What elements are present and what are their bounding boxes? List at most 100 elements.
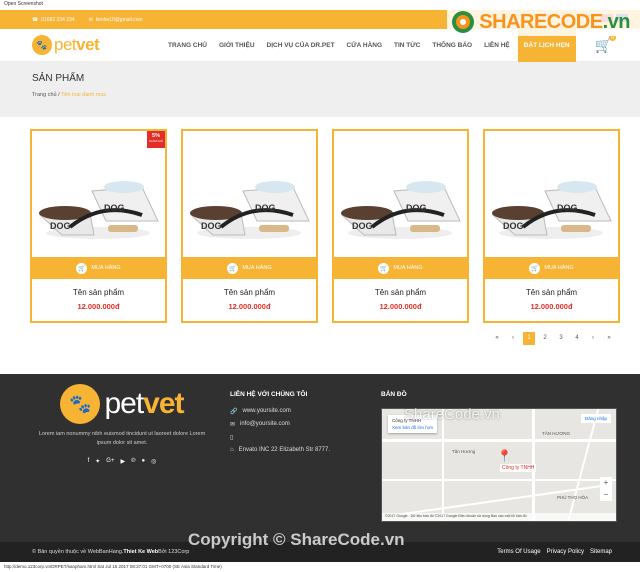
nav-news[interactable]: TIN TỨC	[394, 42, 420, 49]
map-title: BẢN ĐỒ	[381, 391, 407, 398]
breadcrumb-home[interactable]: Trang chủ	[32, 92, 57, 98]
youtube-icon[interactable]: ▶	[120, 458, 125, 465]
address-text: Envato INC 22 Elizabeth Str 8777.	[238, 447, 331, 453]
page-3[interactable]: 3	[555, 332, 567, 345]
google-plus-icon[interactable]: G+	[106, 458, 114, 465]
footer-description: Lorem iam nonummy nibh euismod tincidunt…	[38, 431, 206, 446]
breadcrumb-current: Tên loại danh mục	[61, 92, 107, 98]
map-pin-label: Công ty TNHH	[500, 464, 537, 472]
cart-icon: 🛒	[378, 262, 390, 274]
privacy-link[interactable]: Privacy Policy	[547, 549, 584, 555]
nav-about[interactable]: GIỚI THIỆU	[219, 42, 255, 49]
pagination: « ‹ 1 2 3 4 › »	[0, 323, 640, 353]
page-1[interactable]: 1	[523, 331, 535, 345]
product-name[interactable]: Tên sản phẩm	[183, 288, 316, 297]
contact-phone: ▯	[230, 434, 370, 441]
footer-paw-icon: 🐾	[60, 384, 101, 424]
page-2[interactable]: 2	[539, 332, 551, 345]
product-image[interactable]: DOG DOG	[485, 131, 618, 257]
image-label-1: DOG	[201, 221, 222, 231]
image-label-1: DOG	[503, 221, 524, 231]
product-image[interactable]: DOG DOG	[334, 131, 467, 257]
product-card[interactable]: DOG DOG 🛒 MUA HÀNG Tên sản phẩm 12.000.00…	[332, 129, 469, 323]
product-price: 12.000.000đ	[228, 302, 271, 311]
google-map[interactable]: TÂN HƯƠNG PHÚ THỌ HÒA Tân Hương Công ty …	[381, 408, 617, 522]
nav-contact[interactable]: LIÊN HỆ	[484, 42, 510, 49]
nav-home[interactable]: TRANG CHỦ	[168, 42, 207, 49]
phone-text: 01682 234 234	[41, 16, 75, 23]
map-pin-icon[interactable]: 📍	[497, 449, 512, 463]
email-text: lienhe10@gmail.com	[95, 16, 143, 23]
site-logo[interactable]: 🐾 petvet	[32, 35, 100, 55]
footer-links: Terms Of Usage Privacy Policy Sitemap	[497, 542, 612, 562]
twitter-icon[interactable]: ✦	[95, 458, 100, 465]
page-first[interactable]: «	[491, 332, 503, 345]
sale-sub: GIẢM GIÁ	[149, 139, 163, 144]
sitemap-link[interactable]: Sitemap	[590, 549, 612, 555]
product-name[interactable]: Tên sản phẩm	[334, 288, 467, 297]
copyright-prefix: © Bản quyền thuộc về WebBanHang.	[32, 549, 124, 555]
buy-button[interactable]: 🛒 MUA HÀNG	[334, 257, 467, 279]
page-4[interactable]: 4	[571, 332, 583, 345]
footer-brand: 🐾 petvet Lorem iam nonummy nibh euismod …	[32, 384, 212, 465]
map-area-label: TÂN HƯƠNG	[542, 431, 570, 436]
map-zoom-controls: + −	[600, 477, 612, 501]
instagram-icon[interactable]: ◎	[151, 458, 156, 465]
zoom-out-button[interactable]: −	[600, 489, 612, 501]
image-label-2: DOG	[104, 203, 125, 213]
map-signin-button[interactable]: Đăng nhập	[580, 414, 611, 423]
copyright-watermark: Copyright © ShareCode.vn	[188, 530, 405, 549]
social-links: f ✦ G+ ▶ ℗ ● ◎	[32, 458, 212, 465]
product-name[interactable]: Tên sản phẩm	[32, 288, 165, 297]
product-card[interactable]: DOG DOG 🛒 MUA HÀNG Tên sản phẩm 12.000.00…	[181, 129, 318, 323]
image-label-1: DOG	[50, 221, 71, 231]
footer-contact: LIÊN HỆ VỚI CHÚNG TÔI 🔗 www.yoursite.com …	[230, 391, 370, 459]
map-larger-link[interactable]: Xem bản đồ lớn hơn	[392, 425, 433, 430]
logo-vet: vet	[76, 35, 100, 54]
contact-title: LIÊN HỆ VỚI CHÚNG TÔI	[230, 391, 308, 398]
footer-logo-pet: pet	[104, 387, 144, 420]
nav-notices[interactable]: THÔNG BÁO	[432, 42, 472, 49]
product-name[interactable]: Tên sản phẩm	[485, 288, 618, 297]
image-label-2: DOG	[557, 203, 578, 213]
product-card[interactable]: DOG DOG 🛒 MUA HÀNG Tên sản phẩm 12.000.00…	[483, 129, 620, 323]
envelope-icon: ✉	[230, 422, 236, 428]
copyright-suffix: Bởi 123Corp	[158, 549, 190, 555]
buy-button[interactable]: 🛒 MUA HÀNG	[32, 257, 165, 279]
nav-services[interactable]: DỊCH VỤ CỦA DR.PET	[267, 42, 335, 49]
center-watermark: ShareCode.vn	[404, 406, 500, 423]
watermark-tld: .vn	[602, 10, 631, 33]
page-last[interactable]: »	[603, 332, 615, 345]
map-area-label: Tân Hương	[452, 449, 476, 454]
link-icon: 🔗	[230, 409, 238, 415]
nav-shop[interactable]: CỬA HÀNG	[347, 42, 382, 49]
cart-icon: 🛒	[227, 262, 239, 274]
email-text: info@yoursite.com	[240, 421, 290, 427]
breadcrumb: Trang chủ / Tên loại danh mục	[32, 92, 640, 98]
sharecode-logo-icon	[452, 11, 475, 33]
buy-button[interactable]: 🛒 MUA HÀNG	[183, 257, 316, 279]
terms-link[interactable]: Terms Of Usage	[497, 549, 540, 555]
contact-website[interactable]: 🔗 www.yoursite.com	[230, 408, 370, 415]
zoom-in-button[interactable]: +	[600, 477, 612, 489]
phone-info: ☎ 01682 234 234	[32, 17, 75, 23]
copyright-bold[interactable]: Thiet Ke Web	[123, 549, 158, 555]
product-image[interactable]: DOG DOG	[183, 131, 316, 257]
product-image[interactable]: DOG DOG 5% GIẢM GIÁ	[32, 131, 165, 257]
buy-button[interactable]: 🛒 MUA HÀNG	[485, 257, 618, 279]
product-card[interactable]: DOG DOG 5% GIẢM GIÁ 🛒 MUA HÀNG Tên sản phẩ…	[30, 129, 167, 323]
status-bar: http://demo.123corp.vn/DRPET/sanpham.htm…	[0, 562, 640, 572]
github-icon[interactable]: ●	[142, 458, 146, 465]
pinterest-icon[interactable]: ℗	[131, 458, 135, 465]
map-area-label: PHÚ THỌ HÒA	[557, 495, 589, 500]
facebook-icon[interactable]: f	[88, 458, 90, 465]
contact-email[interactable]: ✉ info@yoursite.com	[230, 421, 370, 428]
envelope-icon: ✉	[88, 16, 93, 23]
cart-icon[interactable]: 🛒 0	[595, 34, 616, 54]
image-label-1: DOG	[352, 221, 373, 231]
page-next[interactable]: ›	[587, 332, 599, 345]
email-info: ✉ lienhe10@gmail.com	[89, 17, 143, 23]
page-prev[interactable]: ‹	[507, 332, 519, 345]
contact-address: ⌂ Envato INC 22 Elizabeth Str 8777.	[230, 447, 370, 453]
product-price: 12.000.000đ	[379, 302, 422, 311]
